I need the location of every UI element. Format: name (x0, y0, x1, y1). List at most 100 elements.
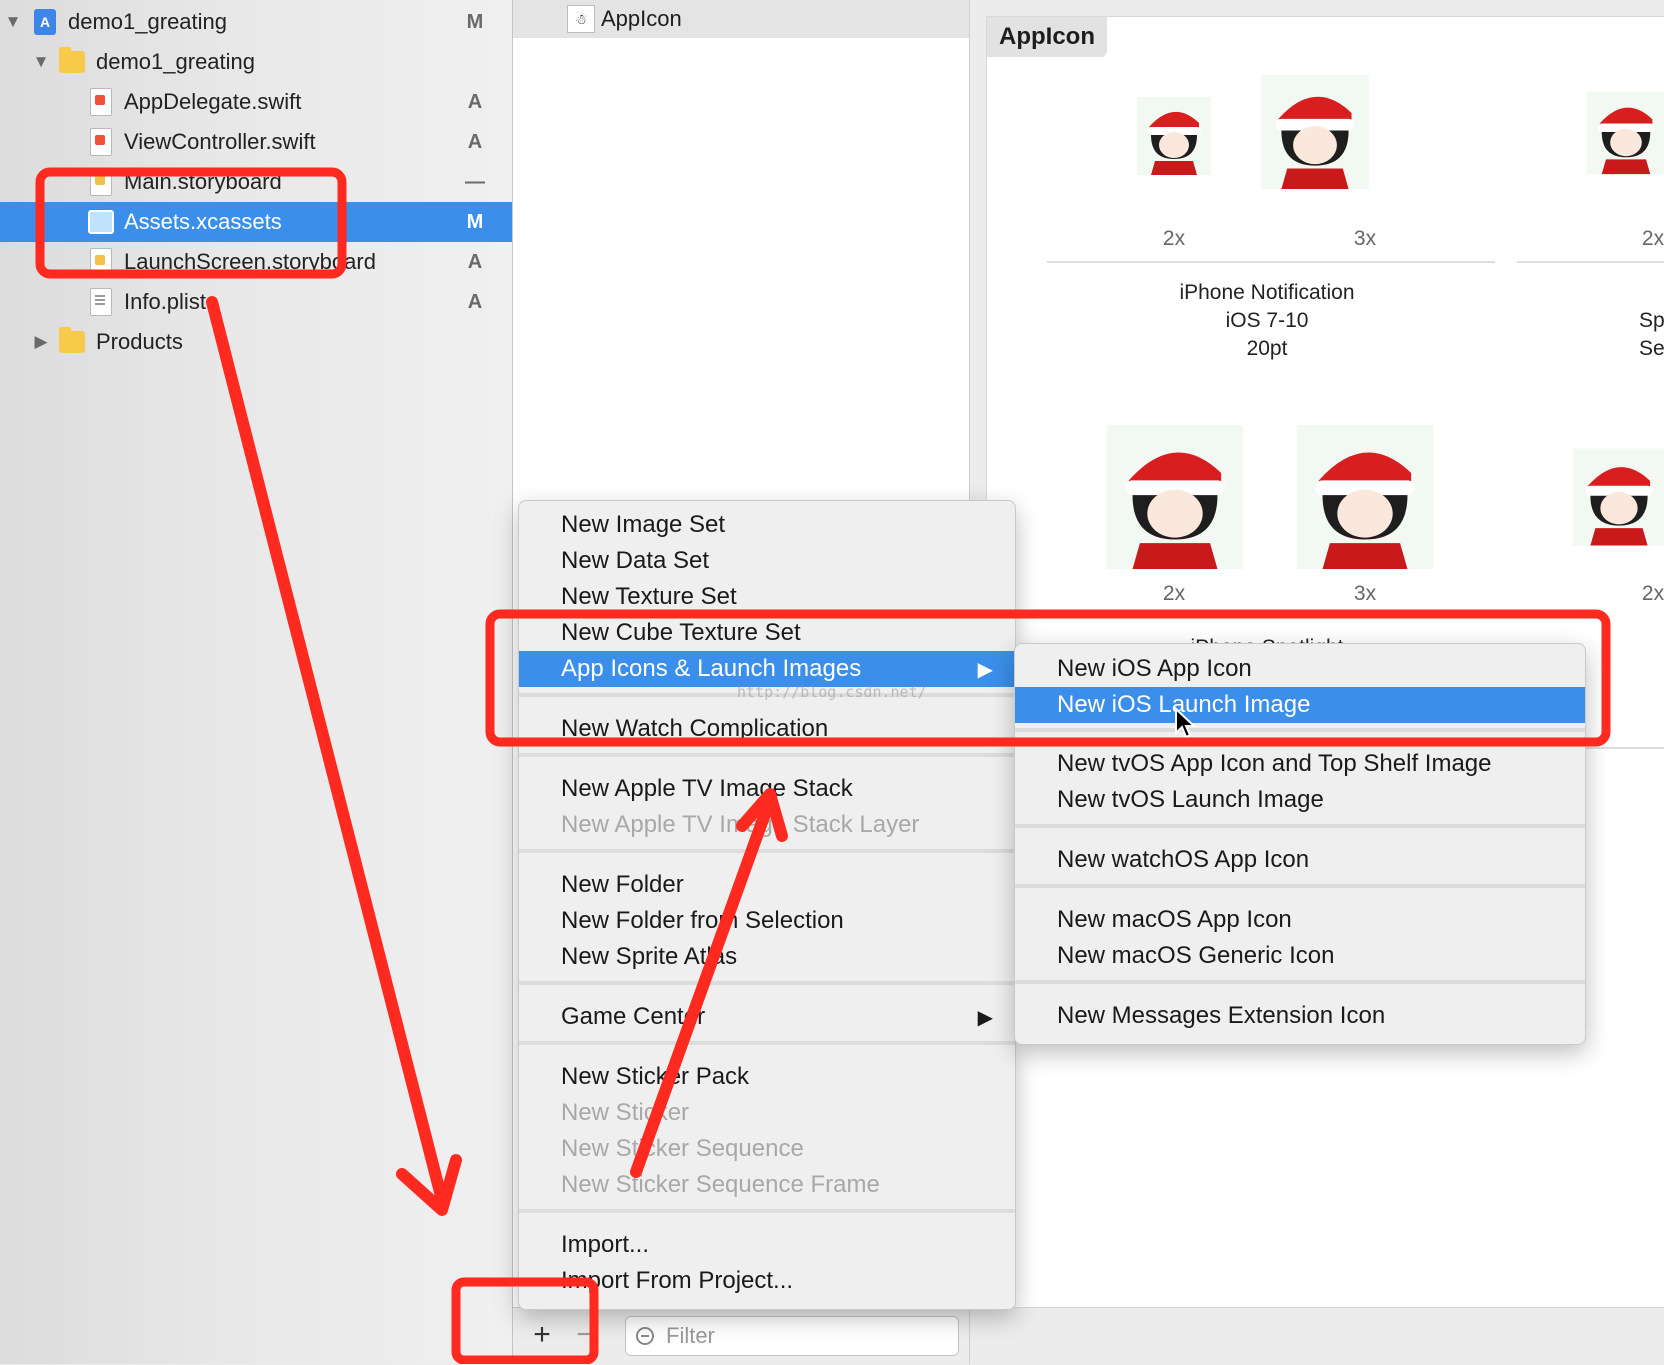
icon-slot-spotlight-2x-row2[interactable] (1103, 425, 1247, 569)
menu-item-app-icons-launch-images[interactable]: App Icons & Launch Images ▶ (519, 651, 1015, 687)
submenu-item-new-macos-app-icon[interactable]: New macOS App Icon (1015, 902, 1585, 938)
menu-item-new-sprite-atlas[interactable]: New Sprite Atlas (519, 939, 1015, 975)
submenu-item-new-ios-launch-image[interactable]: New iOS Launch Image (1015, 687, 1585, 723)
submenu-item-new-ios-app-icon[interactable]: New iOS App Icon (1015, 651, 1585, 687)
scale-label: 2x (1641, 582, 1664, 605)
submenu-item-new-macos-generic-icon[interactable]: New macOS Generic Icon (1015, 938, 1585, 974)
nav-item-label: Products (96, 329, 183, 354)
asset-list-bottom-bar: + − (513, 1307, 969, 1365)
menu-item-label: New Data Set (561, 547, 710, 574)
scm-status: A (467, 90, 483, 113)
nav-item-launchscreen[interactable]: LaunchScreen.storyboard A (0, 242, 512, 282)
scm-status: — (465, 170, 485, 193)
disclosure-triangle-icon[interactable]: ▼ (4, 12, 22, 32)
menu-item-import-from-project[interactable]: Import From Project... (519, 1263, 1015, 1299)
menu-item-label: New Watch Complication (561, 715, 829, 742)
filter-field[interactable] (625, 1316, 959, 1356)
group-divider (1517, 261, 1664, 263)
menu-item-new-folder[interactable]: New Folder (519, 867, 1015, 903)
icon-slot-notification-2x[interactable] (1137, 97, 1211, 175)
submenu-item-new-tvos-launch-image[interactable]: New tvOS Launch Image (1015, 782, 1585, 818)
storyboard-file-icon (88, 248, 114, 276)
remove-asset-button[interactable]: − (573, 1320, 597, 1350)
menu-item-label: New Apple TV Image Stack Layer (561, 811, 920, 838)
menu-item-new-watch-complication[interactable]: New Watch Complication (519, 711, 1015, 747)
icon-slot-notification-3x[interactable] (1257, 75, 1373, 189)
icon-slot-settings-2x-row2[interactable] (1573, 425, 1664, 569)
menu-item-import[interactable]: Import... (519, 1227, 1015, 1263)
disclosure-triangle-icon[interactable]: ▶ (32, 332, 50, 352)
filter-icon (636, 1327, 654, 1345)
app-icons-submenu: New iOS App Icon New iOS Launch Image Ne… (1014, 643, 1586, 1045)
santa-girl-icon (1587, 91, 1664, 175)
submenu-item-new-messages-extension-icon[interactable]: New Messages Extension Icon (1015, 998, 1585, 1034)
group-label-line: iOS 7-10 (1225, 309, 1309, 332)
menu-item-label: Import From Project... (561, 1267, 794, 1294)
icon-slot-spotlight-3x-row2[interactable] (1293, 425, 1437, 569)
scale-label: 3x (1353, 582, 1377, 605)
menu-item-new-sticker-pack[interactable]: New Sticker Pack (519, 1059, 1015, 1095)
menu-item-label: New Sticker Pack (561, 1063, 750, 1090)
scale-label: 2x (1162, 227, 1186, 250)
nav-item-label: demo1_greating (96, 49, 256, 74)
nav-item-info-plist[interactable]: Info.plist A (0, 282, 512, 322)
asset-list-item-label: AppIcon (601, 6, 682, 31)
menu-separator (519, 981, 1015, 985)
nav-item-viewcontroller[interactable]: ViewController.swift A (0, 122, 512, 162)
xcode-project-icon: A (32, 8, 58, 36)
group-label-notification: iPhone Notification iOS 7-10 20pt (1117, 279, 1417, 363)
group-label-line: Se (1639, 337, 1664, 360)
menu-separator (1015, 884, 1585, 888)
nav-item-group-demo1[interactable]: ▼ demo1_greating (0, 42, 512, 82)
asset-title: AppIcon (987, 17, 1107, 57)
menu-separator (519, 849, 1015, 853)
menu-item-new-sticker: New Sticker (519, 1095, 1015, 1131)
menu-item-label: New macOS Generic Icon (1057, 942, 1335, 969)
menu-item-label: New Cube Texture Set (561, 619, 801, 646)
nav-item-label: Info.plist (124, 289, 206, 314)
nav-item-label: demo1_greating (68, 9, 228, 34)
santa-girl-icon (1260, 75, 1370, 189)
folder-icon (59, 47, 85, 76)
menu-item-new-apple-tv-image-stack[interactable]: New Apple TV Image Stack (519, 771, 1015, 807)
nav-item-main-storyboard[interactable]: Main.storyboard — (0, 162, 512, 202)
submenu-item-new-tvos-app-icon[interactable]: New tvOS App Icon and Top Shelf Image (1015, 746, 1585, 782)
scale-label: 3x (1353, 227, 1377, 250)
nav-item-project[interactable]: ▼ A demo1_greating M (0, 2, 512, 42)
group-label-line: Sp (1639, 309, 1664, 332)
add-asset-button[interactable]: + (527, 1320, 557, 1350)
swift-file-icon (88, 88, 114, 116)
menu-item-label: App Icons & Launch Images (561, 655, 862, 682)
plist-file-icon (88, 288, 114, 316)
menu-item-label: New tvOS App Icon and Top Shelf Image (1057, 750, 1492, 777)
menu-item-label: New Messages Extension Icon (1057, 1002, 1386, 1029)
nav-item-appdelegate[interactable]: AppDelegate.swift A (0, 82, 512, 122)
menu-item-new-folder-from-selection[interactable]: New Folder from Selection (519, 903, 1015, 939)
menu-item-label: New tvOS Launch Image (1057, 786, 1324, 813)
menu-item-label: New Folder from Selection (561, 907, 844, 934)
menu-separator (1015, 980, 1585, 984)
mouse-cursor-icon (1175, 707, 1197, 739)
menu-item-new-texture-set[interactable]: New Texture Set (519, 579, 1015, 615)
icon-slot-spotlight-2x[interactable] (1587, 77, 1664, 189)
watermark: http://blog.csdn.net/ (737, 683, 927, 701)
nav-item-label: Main.storyboard (124, 169, 282, 194)
nav-item-assets[interactable]: Assets.xcassets M (0, 202, 512, 242)
nav-item-label: LaunchScreen.storyboard (124, 249, 376, 274)
menu-item-game-center[interactable]: Game Center ▶ (519, 999, 1015, 1035)
menu-separator (519, 1209, 1015, 1213)
menu-item-label: New Sticker (561, 1099, 690, 1126)
asset-list-item-appicon[interactable]: ☃ AppIcon (513, 0, 969, 38)
menu-item-new-cube-texture-set[interactable]: New Cube Texture Set (519, 615, 1015, 651)
nav-item-label: ViewController.swift (124, 129, 316, 154)
menu-item-new-data-set[interactable]: New Data Set (519, 543, 1015, 579)
nav-item-products[interactable]: ▶ Products (0, 322, 512, 362)
submenu-item-new-watchos-app-icon[interactable]: New watchOS App Icon (1015, 842, 1585, 878)
nav-item-label: Assets.xcassets (124, 209, 282, 234)
menu-item-label: Import... (561, 1231, 650, 1258)
menu-item-new-image-set[interactable]: New Image Set (519, 507, 1015, 543)
scale-label: 2x (1162, 582, 1186, 605)
filter-input[interactable] (664, 1322, 938, 1350)
disclosure-triangle-icon[interactable]: ▼ (32, 52, 50, 72)
scm-status: M (466, 210, 484, 233)
